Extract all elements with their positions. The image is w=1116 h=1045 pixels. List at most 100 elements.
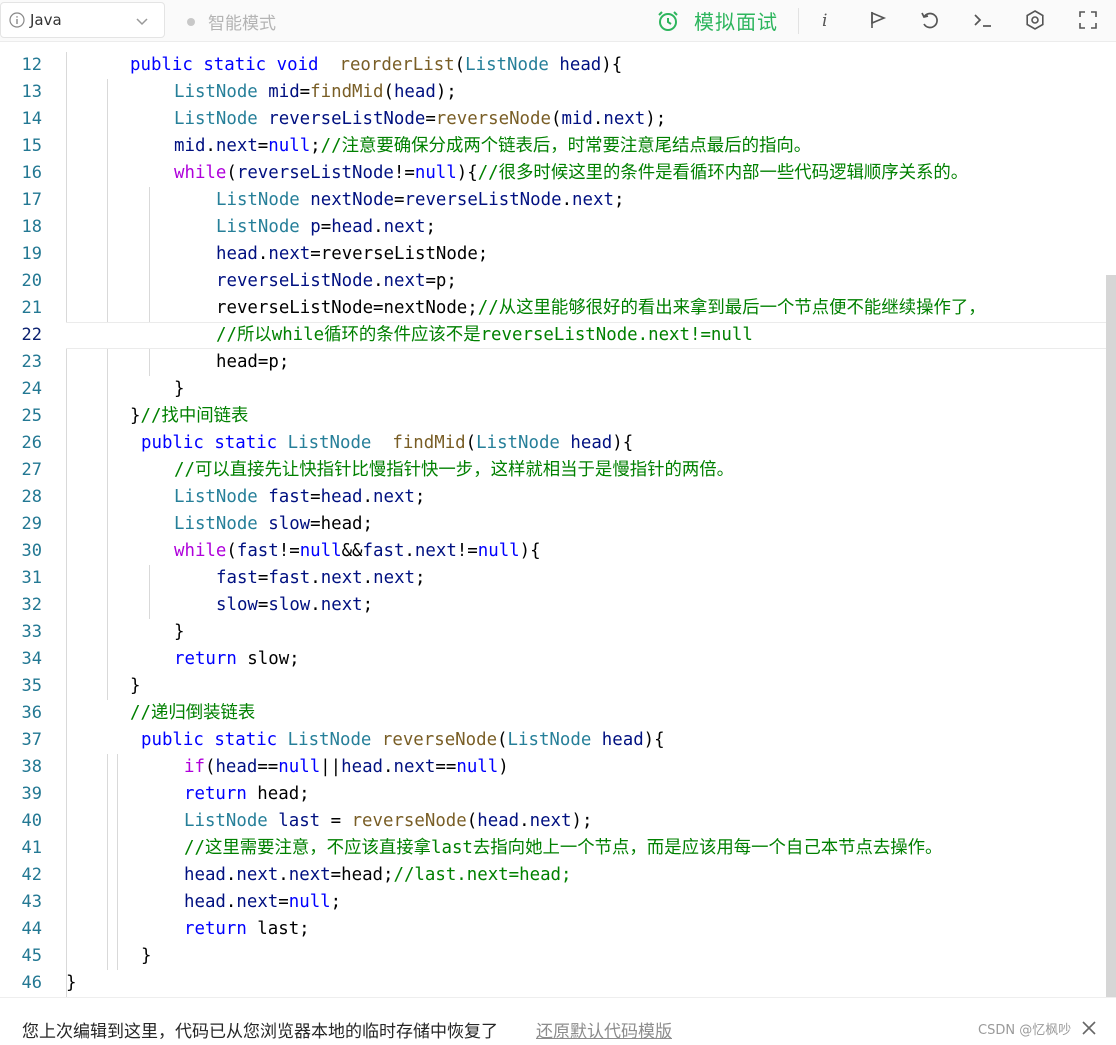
code-line[interactable]: } xyxy=(66,970,76,997)
code-token: while xyxy=(174,163,227,183)
code-token: next xyxy=(383,217,426,237)
code-token: //这里需要注意，不应该直接拿last去指向她上一个节点，而是应该用每一个自己本… xyxy=(184,838,943,858)
fullscreen-button[interactable] xyxy=(1076,8,1100,32)
code-line[interactable]: while(reverseListNode!=null){//很多时候这里的条件… xyxy=(174,160,968,187)
code-line[interactable]: reverseListNode=nextNode;//从这里能够很好的看出来拿到… xyxy=(216,295,986,322)
code-token: . xyxy=(310,595,321,615)
code-line[interactable]: ListNode mid=findMid(head); xyxy=(174,79,457,106)
code-line[interactable]: fast=fast.next.next; xyxy=(216,565,426,592)
code-token: ListNode xyxy=(476,433,560,453)
indent-guide xyxy=(107,457,108,673)
editor-scrollbar[interactable] xyxy=(1106,275,1116,997)
language-select[interactable]: Java xyxy=(0,2,165,38)
line-number: 20 xyxy=(21,271,42,291)
code-line[interactable]: //递归倒装链表 xyxy=(130,700,255,727)
console-button[interactable] xyxy=(971,8,995,32)
code-token: null xyxy=(414,163,457,183)
code-line[interactable]: if(head==null||head.next==null) xyxy=(184,754,509,781)
code-token: reverseNode xyxy=(435,109,551,129)
code-line[interactable]: } xyxy=(174,376,184,403)
line-number: 27 xyxy=(21,460,42,480)
smart-mode-toggle[interactable]: 智能模式 xyxy=(187,9,276,34)
chevron-down-icon xyxy=(136,18,148,26)
code-token: reverseListNode xyxy=(404,190,562,210)
code-line[interactable]: ListNode p=head.next; xyxy=(216,214,436,241)
code-line[interactable]: return slow; xyxy=(174,646,300,673)
code-token: head xyxy=(393,82,436,102)
code-token: } xyxy=(174,379,185,399)
code-token: ; xyxy=(613,190,625,210)
code-token: reorderList xyxy=(339,55,455,75)
code-line[interactable]: ListNode nextNode=reverseListNode.next; xyxy=(216,187,624,214)
info-button[interactable]: i xyxy=(813,8,837,32)
code-line[interactable]: ListNode slow=head; xyxy=(174,511,373,538)
code-token: = xyxy=(299,82,311,102)
code-token: next xyxy=(373,568,416,588)
code-line[interactable]: slow=slow.next; xyxy=(216,592,373,619)
code-token: //可以直接先让快指针比慢指针快一步，这样就相当于是慢指针的两倍。 xyxy=(174,460,735,480)
code-line[interactable]: //这里需要注意，不应该直接拿last去指向她上一个节点，而是应该用每一个自己本… xyxy=(184,835,942,862)
code-token: = xyxy=(320,217,332,237)
code-token: ( xyxy=(454,55,466,75)
code-line[interactable]: head.next=reverseListNode; xyxy=(216,241,488,268)
code-token: next xyxy=(529,811,572,831)
alarm-clock-icon xyxy=(658,10,678,31)
run-button[interactable] xyxy=(866,8,890,32)
code-token: public xyxy=(141,730,204,750)
code-token: //递归倒装链表 xyxy=(130,703,256,723)
code-token: . xyxy=(592,109,604,129)
code-token: ); xyxy=(571,811,593,831)
code-token: head xyxy=(215,757,258,777)
code-line[interactable]: ListNode reverseListNode=reverseNode(mid… xyxy=(174,106,666,133)
code-token: public xyxy=(130,55,193,75)
code-line[interactable]: ListNode last = reverseNode(head.next); xyxy=(184,808,592,835)
code-line[interactable]: //所以while循环的条件应该不是reverseListNode.next!=… xyxy=(216,322,753,349)
code-token: || xyxy=(320,757,342,777)
code-line[interactable]: } xyxy=(174,619,184,646)
code-line[interactable]: ListNode fast=head.next; xyxy=(174,484,425,511)
line-number: 25 xyxy=(21,406,42,426)
code-line[interactable]: return last; xyxy=(184,916,310,943)
code-line[interactable]: public static ListNode reverseNode(ListN… xyxy=(141,727,665,754)
settings-button[interactable] xyxy=(1023,8,1047,32)
italic-info-icon: i xyxy=(822,11,827,30)
code-line[interactable]: reverseListNode.next=p; xyxy=(216,268,457,295)
restore-default-link[interactable]: 还原默认代码模版 xyxy=(536,1017,672,1042)
code-line[interactable]: public static ListNode findMid(ListNode … xyxy=(141,430,633,457)
code-line[interactable]: head=p; xyxy=(216,349,289,376)
code-token: ; xyxy=(310,136,321,156)
mock-interview-button[interactable]: 模拟面试 xyxy=(656,6,778,35)
code-editor[interactable]: 12 public static void reorderList(ListNod… xyxy=(0,52,1116,997)
code-token: = xyxy=(257,136,269,156)
code-token: fast xyxy=(268,568,311,588)
code-line[interactable]: while(fast!=null&&fast.next!=null){ xyxy=(174,538,541,565)
mock-interview-label: 模拟面试 xyxy=(694,10,778,34)
code-token: reverseListNode xyxy=(216,271,374,291)
code-line[interactable]: head.next=null; xyxy=(184,889,341,916)
code-token: static xyxy=(214,730,278,750)
code-line[interactable]: public static void reorderList(ListNode … xyxy=(130,52,622,79)
code-line[interactable]: } xyxy=(130,673,140,700)
code-token: null xyxy=(456,757,499,777)
code-line[interactable]: } xyxy=(141,943,151,970)
code-token: p; xyxy=(435,271,457,291)
code-line[interactable]: head.next.next=head;//last.next=head; xyxy=(184,862,571,889)
reset-button[interactable] xyxy=(918,8,942,32)
code-token: ){ xyxy=(643,730,665,750)
code-line[interactable]: //可以直接先让快指针比慢指针快一步，这样就相当于是慢指针的两倍。 xyxy=(174,457,734,484)
code-line[interactable]: return head; xyxy=(184,781,310,808)
close-icon[interactable] xyxy=(1080,1019,1098,1037)
code-line[interactable]: }//找中间链表 xyxy=(130,403,248,430)
code-token: . xyxy=(362,568,374,588)
line-number: 24 xyxy=(21,379,42,399)
code-token: fast xyxy=(216,568,258,588)
code-token: != xyxy=(393,163,415,183)
code-line[interactable]: mid.next=null;//注意要确保分成两个链表后，时常要注意尾结点最后的… xyxy=(174,133,811,160)
code-token: reverseListNode=nextNode; xyxy=(216,298,478,318)
code-token: slow; xyxy=(236,649,300,669)
code-token: ; xyxy=(425,217,436,237)
